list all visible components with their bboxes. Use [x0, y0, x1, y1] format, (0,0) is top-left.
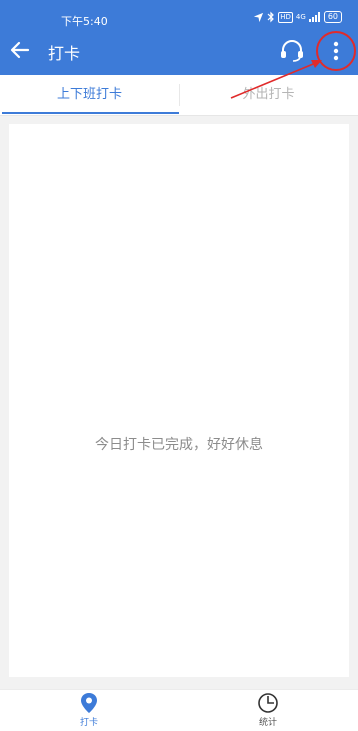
nav-item-statistics[interactable]: 统计 [238, 692, 298, 728]
signal-bars-icon [308, 12, 320, 22]
tab-field-checkin[interactable]: 外出打卡 [179, 75, 358, 115]
location-icon [254, 12, 264, 22]
headset-icon [281, 40, 303, 62]
more-options-button[interactable] [324, 38, 348, 64]
clock-icon [258, 693, 278, 713]
nav-label-checkin: 打卡 [79, 718, 98, 728]
nav-label-statistics: 统计 [258, 718, 277, 728]
customer-service-button[interactable] [279, 39, 305, 63]
bottom-navigation: 打卡 统计 [0, 689, 358, 731]
status-time: 下午5:40 [61, 15, 108, 28]
more-vertical-icon [333, 41, 339, 61]
back-button[interactable] [8, 38, 32, 62]
location-pin-icon [81, 693, 97, 713]
battery-icon: 60 [323, 11, 342, 23]
bluetooth-icon [267, 11, 275, 23]
signal-4g-icon: 4G [295, 12, 306, 21]
app-header: 下午5:40 HD 4G 60 打卡 [0, 0, 358, 75]
tab-commute-checkin[interactable]: 上下班打卡 [0, 75, 179, 115]
tab-bar: 上下班打卡 外出打卡 [0, 75, 358, 116]
active-tab-indicator [2, 112, 179, 114]
nav-item-checkin[interactable]: 打卡 [59, 692, 119, 728]
checkin-content-card: 今日打卡已完成，好好休息 [9, 124, 349, 677]
page-title: 打卡 [48, 44, 81, 63]
checkin-complete-message: 今日打卡已完成，好好休息 [95, 437, 263, 453]
status-icons: HD 4G 60 [253, 11, 342, 23]
arrow-left-icon [10, 41, 30, 59]
hd-icon: HD [278, 11, 293, 23]
network-label: 4G [295, 12, 306, 21]
